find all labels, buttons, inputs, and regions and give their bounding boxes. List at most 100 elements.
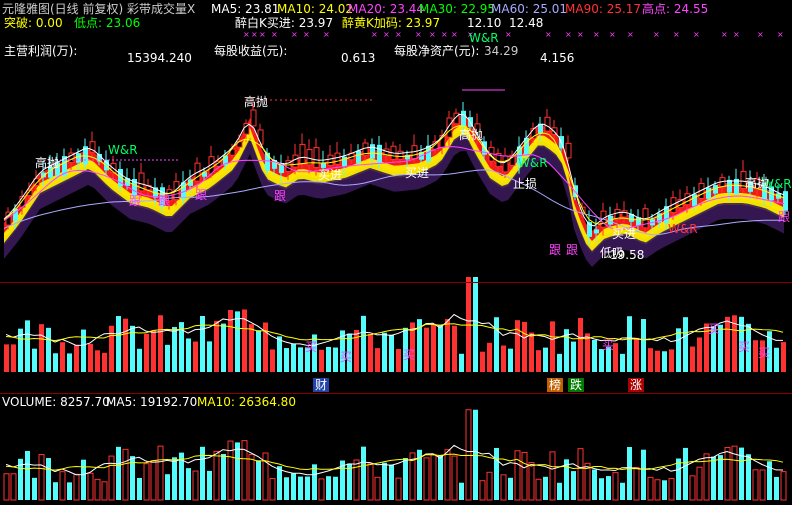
volume2-bar-up xyxy=(374,476,381,501)
volume-bar-up xyxy=(109,325,114,372)
volume-bar-up xyxy=(515,320,520,372)
wr-signal-3: W&R xyxy=(668,222,698,236)
signal-x-marker: × xyxy=(303,30,310,39)
volume-ma10-readout: MA10: 26364.80 xyxy=(197,395,296,409)
volume-bar-up xyxy=(102,352,107,372)
follow-signal-2: 跟 xyxy=(158,194,171,208)
volume2-bar-down xyxy=(473,409,478,500)
wr-signal-5: W&R xyxy=(518,156,548,170)
signal-x-marker: × xyxy=(565,30,572,39)
volume2-bar-up xyxy=(248,454,255,501)
volume-bar-up xyxy=(319,349,324,372)
volume2-bar-down xyxy=(207,470,212,500)
volume2-bar-up xyxy=(724,447,731,501)
buy-marker-3: 买 xyxy=(403,348,416,362)
volume2-bar-up xyxy=(528,462,535,501)
follow-signal-3: 跟 xyxy=(195,188,208,202)
volume-bar-down xyxy=(284,348,289,372)
volume-bar-down xyxy=(186,338,191,372)
candle-body-up xyxy=(313,147,320,168)
volume-bar-up xyxy=(214,320,219,372)
ma5-readout: MA5: 23.81 xyxy=(211,2,280,16)
volume2-bar-down xyxy=(382,462,387,500)
rise-event-badge[interactable]: 涨 xyxy=(628,378,645,392)
buy-marker-1: 买 xyxy=(305,340,318,354)
volume2-bar-down xyxy=(256,460,261,500)
volume-bar-down xyxy=(200,316,205,372)
volume-bar-up xyxy=(396,349,401,372)
volume2-bar-up xyxy=(577,448,584,501)
candle-body-up xyxy=(621,210,628,218)
volume-bar-down xyxy=(172,327,177,372)
candle-body-up xyxy=(544,116,551,132)
volume2-bar-down xyxy=(403,458,408,500)
buy-signal-1: 买进 xyxy=(318,168,343,182)
volume2-bar-up xyxy=(10,473,17,501)
buy-signal-2: 买进 xyxy=(405,166,430,180)
signal-x-marker: × xyxy=(609,30,616,39)
low-point-readout: 低点: 23.06 xyxy=(74,16,141,30)
price-overlay: 34.29 xyxy=(484,44,519,58)
signal-x-marker: × xyxy=(259,30,266,39)
volume2-bar-up xyxy=(38,454,45,501)
signal-x-marker: × xyxy=(693,30,700,39)
volume-bar-down xyxy=(46,327,51,372)
volume-bar-up xyxy=(158,315,163,372)
wr-signal-2: W&R xyxy=(469,31,499,45)
chart-canvas[interactable]: × × × × × × × × × × × × × × × × × × × × × × × × × × × × × xyxy=(0,0,792,505)
volume2-bar-down xyxy=(235,442,240,500)
volume-bar-up xyxy=(95,350,100,372)
volume2-bar-up xyxy=(395,477,402,501)
volume2-bar-up xyxy=(654,479,661,501)
volume-ma5-readout: MA5: 19192.70 xyxy=(106,395,198,409)
volume-bar-up xyxy=(151,330,156,372)
volume-bar-up xyxy=(74,344,79,372)
signal-x-marker: × xyxy=(323,30,330,39)
volume-bar-up xyxy=(375,348,380,372)
volume-bar-up xyxy=(550,321,555,372)
candle-body-down xyxy=(706,187,711,199)
signal-x-marker: × xyxy=(577,30,584,39)
volume2-bar-down xyxy=(627,446,632,500)
stop-loss-signal: 止损 xyxy=(513,177,538,191)
candle-body-up xyxy=(292,154,299,168)
volume-bar-up xyxy=(578,317,583,372)
volume-bar-down xyxy=(557,353,562,372)
volume-panel-separator xyxy=(0,393,792,394)
volume-bar-down xyxy=(137,348,142,372)
volume2-bar-up xyxy=(514,450,521,501)
volume-bar-down xyxy=(627,316,632,372)
volume2-bar-down xyxy=(186,468,191,500)
signal-x-marker: × xyxy=(429,30,436,39)
volume-bar-down xyxy=(662,351,667,372)
volume2-bar-down xyxy=(711,456,716,500)
volume2-bar-down xyxy=(592,469,597,500)
ma90-readout: MA90: 25.17 xyxy=(565,2,642,16)
volume-bar-down xyxy=(683,317,688,372)
volume-bar-up xyxy=(648,348,653,372)
ranking-event-badge[interactable]: 榜 xyxy=(547,378,564,392)
signal-x-marker: × xyxy=(371,30,378,39)
fall-event-badge[interactable]: 跌 xyxy=(568,378,585,392)
volume2-bar-down xyxy=(606,476,611,500)
volume2-bar-down xyxy=(200,446,205,500)
volume2-bar-up xyxy=(633,467,640,501)
candle-body-down xyxy=(356,150,361,164)
volume2-bar-down xyxy=(46,458,51,500)
volume2-bar-up xyxy=(143,463,150,501)
volume-bar-down xyxy=(494,317,499,372)
volume-bar-down xyxy=(438,325,443,372)
volume-bar-down xyxy=(221,323,226,372)
volume-bar-up xyxy=(697,337,702,372)
volume-bar-up xyxy=(144,333,149,372)
volume2-bar-up xyxy=(94,478,101,501)
volume-bar-up xyxy=(634,337,639,372)
volume2-bar-down xyxy=(277,466,282,500)
candle-body-up xyxy=(299,143,306,165)
volume2-bar-down xyxy=(333,476,338,500)
volume2-bar-down xyxy=(326,476,331,500)
volume2-bar-down xyxy=(641,449,646,500)
high-sell-signal-1: 高抛 xyxy=(459,128,484,142)
finance-event-badge[interactable]: 财 xyxy=(313,378,330,392)
candle-body-down xyxy=(370,144,375,159)
